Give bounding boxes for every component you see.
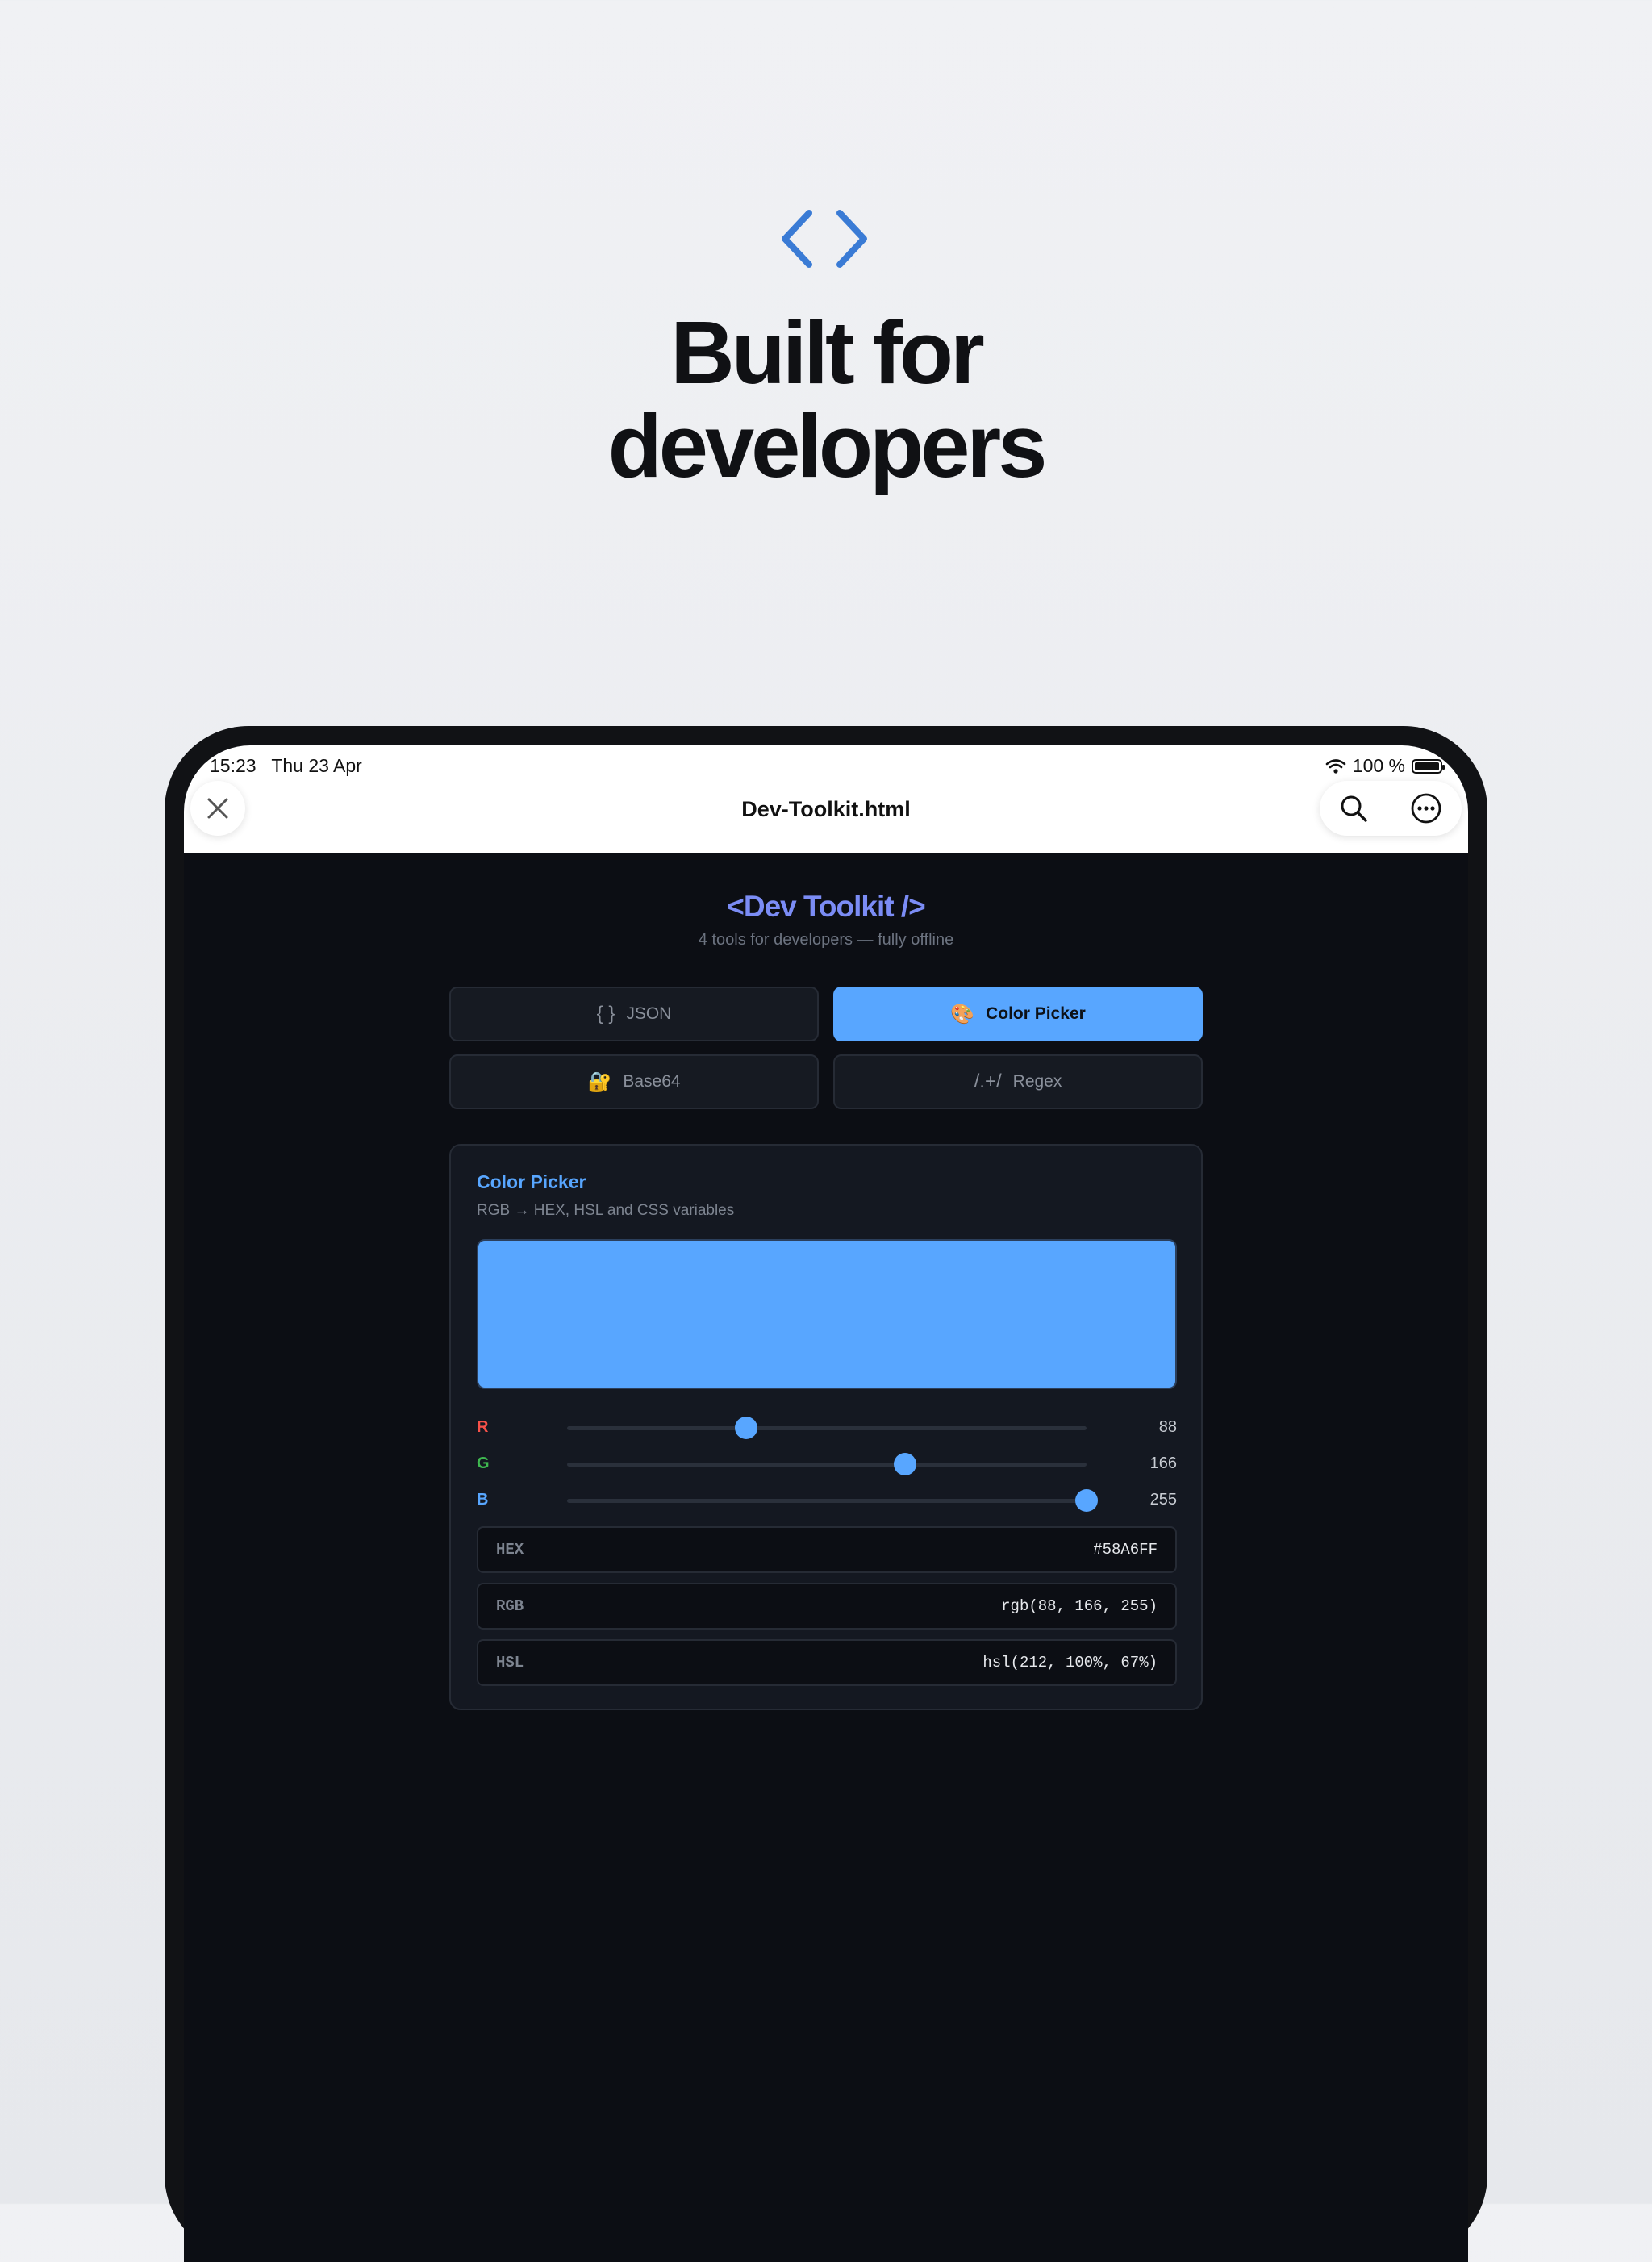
slider-green: G 166 bbox=[477, 1450, 1177, 1479]
color-picker-card: Color Picker RGB → HEX, HSL and CSS vari… bbox=[449, 1144, 1203, 1710]
output-rgb[interactable]: RGB rgb(88, 166, 255) bbox=[477, 1583, 1177, 1630]
tab-label: JSON bbox=[626, 1004, 672, 1023]
slider-value: 166 bbox=[1149, 1454, 1177, 1472]
braces-icon: { } bbox=[596, 1003, 615, 1025]
search-icon bbox=[1341, 795, 1367, 822]
slider-thumb[interactable] bbox=[735, 1417, 758, 1439]
headline: Built for developers bbox=[0, 307, 1652, 494]
slider-track[interactable] bbox=[567, 1453, 1087, 1475]
browser-bar: 15:23 Thu 23 Apr 100 % Dev-Toolkit.html bbox=[184, 745, 1468, 853]
headline-line-2: developers bbox=[607, 397, 1048, 496]
tab-label: Color Picker bbox=[986, 1004, 1086, 1023]
palette-icon: 🎨 bbox=[950, 1003, 975, 1025]
output-label: HSL bbox=[496, 1654, 524, 1671]
tablet-screen: 15:23 Thu 23 Apr 100 % Dev-Toolkit.html bbox=[184, 745, 1468, 2262]
output-value: hsl(212, 100%, 67%) bbox=[982, 1654, 1158, 1671]
browser-page-title: Dev-Toolkit.html bbox=[741, 797, 911, 821]
output-label: HEX bbox=[496, 1541, 524, 1559]
slider-label: G bbox=[477, 1454, 490, 1472]
slider-thumb[interactable] bbox=[894, 1453, 917, 1475]
output-hsl[interactable]: HSL hsl(212, 100%, 67%) bbox=[477, 1639, 1177, 1686]
lock-icon: 🔐 bbox=[587, 1070, 612, 1093]
tab-regex[interactable]: /.+/ Regex bbox=[833, 1054, 1203, 1109]
status-clock: 15:23 bbox=[210, 755, 257, 776]
output-hex[interactable]: HEX #58A6FF bbox=[477, 1526, 1177, 1573]
slider-track[interactable] bbox=[567, 1489, 1098, 1512]
more-button[interactable] bbox=[1410, 792, 1442, 824]
color-preview-swatch bbox=[477, 1239, 1177, 1389]
code-brackets-icon bbox=[782, 210, 867, 268]
slider-value: 255 bbox=[1149, 1491, 1177, 1509]
status-time: 15:23 Thu 23 Apr bbox=[210, 755, 362, 777]
app-title: <Dev Toolkit /> bbox=[727, 890, 925, 923]
slider-track[interactable] bbox=[567, 1417, 1087, 1439]
card-title: Color Picker bbox=[477, 1171, 586, 1192]
output-value: rgb(88, 166, 255) bbox=[1001, 1597, 1158, 1615]
browser-actions bbox=[1320, 781, 1462, 836]
more-icon bbox=[1411, 793, 1441, 824]
search-button[interactable] bbox=[1337, 792, 1370, 824]
status-indicators: 100 % bbox=[1325, 755, 1445, 777]
battery-icon bbox=[1412, 758, 1445, 774]
output-value: #58A6FF bbox=[1093, 1541, 1158, 1559]
slider-label: B bbox=[477, 1491, 489, 1509]
slider-value: 88 bbox=[1158, 1418, 1177, 1436]
wifi-icon bbox=[1325, 758, 1346, 774]
slider-red: R 88 bbox=[477, 1413, 1177, 1442]
headline-line-1: Built for bbox=[670, 303, 985, 403]
tab-base64[interactable]: 🔐 Base64 bbox=[449, 1054, 819, 1109]
battery-percent: 100 % bbox=[1352, 755, 1405, 776]
tab-label: Regex bbox=[1012, 1072, 1062, 1091]
regex-icon: /.+/ bbox=[974, 1070, 1002, 1092]
tab-json[interactable]: { } JSON bbox=[449, 987, 819, 1041]
tab-color-picker[interactable]: 🎨 Color Picker bbox=[833, 987, 1203, 1041]
slider-blue: B 255 bbox=[477, 1486, 1177, 1515]
slider-thumb[interactable] bbox=[1075, 1489, 1098, 1512]
output-label: RGB bbox=[496, 1597, 524, 1615]
tab-label: Base64 bbox=[623, 1072, 681, 1091]
status-date: Thu 23 Apr bbox=[271, 755, 362, 776]
card-subtitle: RGB → HEX, HSL and CSS variables bbox=[477, 1202, 735, 1219]
app-subtitle: 4 tools for developers — fully offline bbox=[698, 931, 954, 949]
slider-label: R bbox=[477, 1418, 489, 1436]
